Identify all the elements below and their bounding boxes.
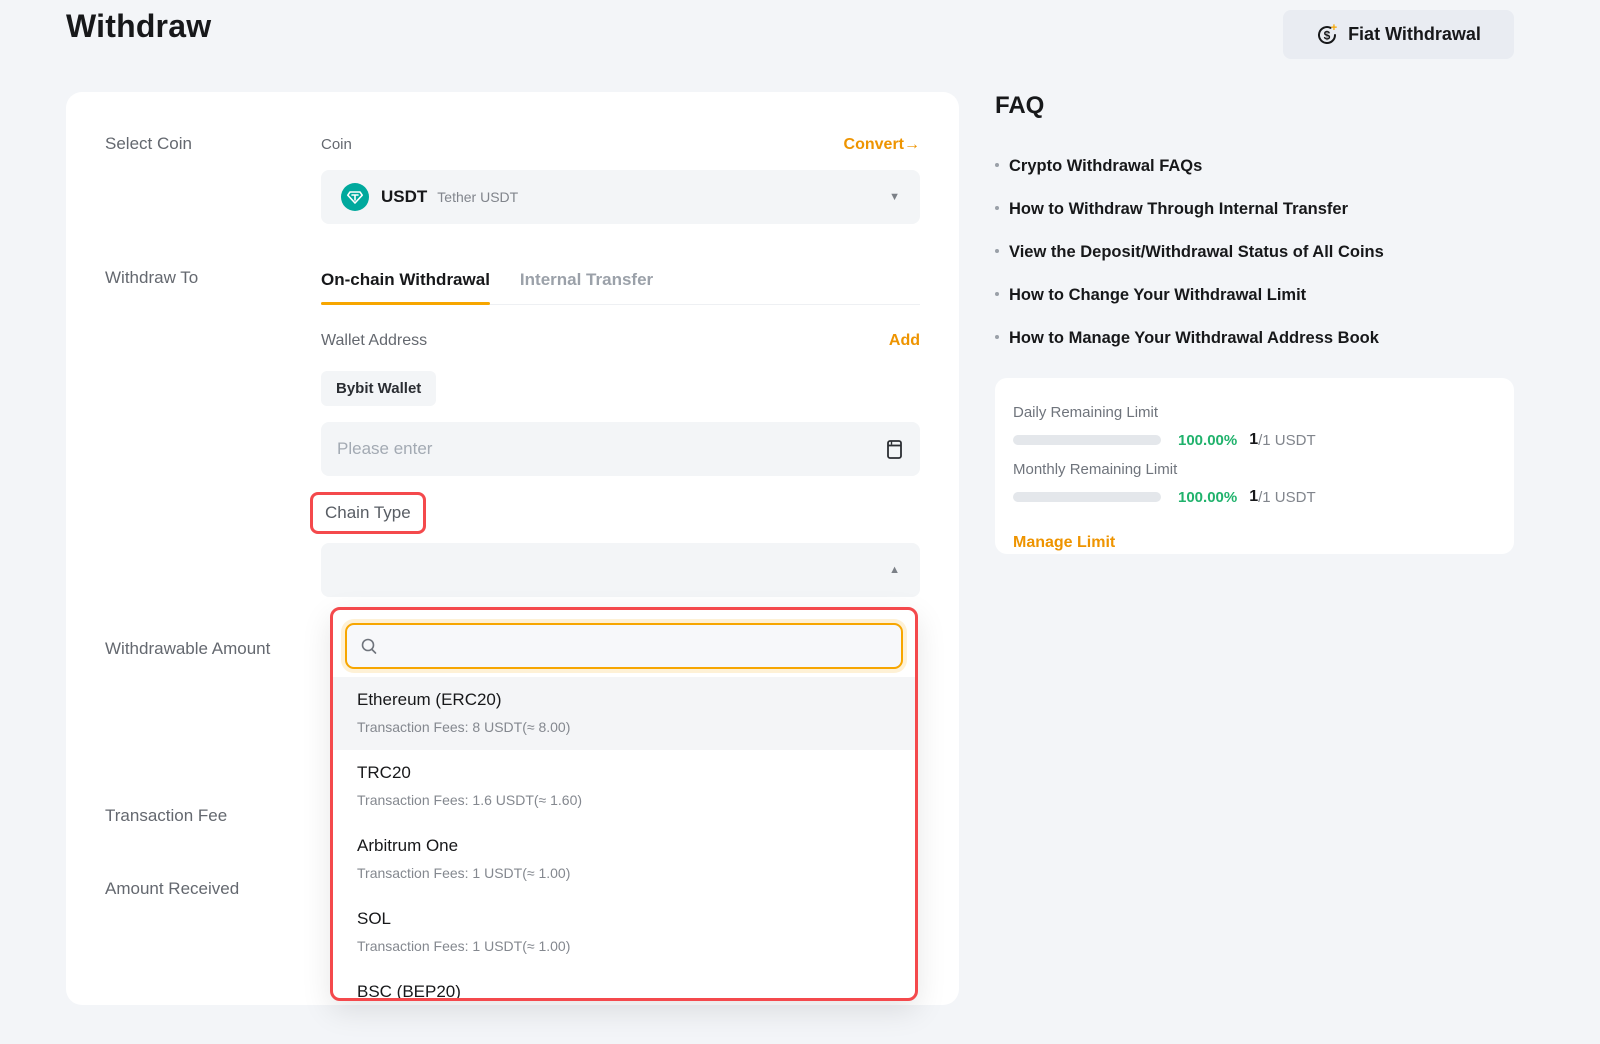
manage-limit-link[interactable]: Manage Limit [1013,534,1115,552]
amount-received-label: Amount Received [105,879,239,899]
faq-link-label: How to Manage Your Withdrawal Address Bo… [1009,327,1379,349]
bullet-icon [995,335,999,339]
withdraw-tabs: On-chain Withdrawal Internal Transfer [321,270,920,305]
daily-limit-label: Daily Remaining Limit [1013,404,1496,421]
chevron-up-icon: ▲ [889,564,900,576]
monthly-limit-progressbar [1013,492,1161,502]
address-book-icon[interactable] [885,439,904,460]
monthly-limit-percent: 100.00% [1178,489,1237,506]
daily-limit-total: /1 USDT [1258,432,1316,449]
convert-link[interactable]: Convert→ [844,136,920,154]
faq-list: Crypto Withdrawal FAQs How to Withdraw T… [995,155,1515,370]
chevron-down-icon: ▼ [889,191,900,203]
chain-option-name: Ethereum (ERC20) [357,690,891,710]
withdrawal-limits-card: Daily Remaining Limit 100.00% 1 /1 USDT … [995,378,1514,554]
chain-option-sol[interactable]: SOL Transaction Fees: 1 USDT(≈ 1.00) [333,896,915,969]
chain-type-dropdown: Ethereum (ERC20) Transaction Fees: 8 USD… [330,607,918,1001]
chain-option-name: SOL [357,909,891,929]
wallet-address-label: Wallet Address [321,332,427,350]
chain-option-name: Arbitrum One [357,836,891,856]
chain-type-label-highlight: Chain Type [310,492,426,534]
chain-search-wrap [345,623,903,669]
daily-limit-progressbar [1013,435,1161,445]
withdraw-to-label: Withdraw To [105,268,198,288]
coin-fullname: Tether USDT [437,189,518,205]
search-icon [360,637,378,655]
fiat-withdrawal-button[interactable]: $ + Fiat Withdrawal [1283,10,1514,59]
daily-limit-used: 1 [1249,431,1258,449]
monthly-limit-row: 100.00% 1 /1 USDT [1013,488,1496,506]
coin-select[interactable]: USDT Tether USDT ▼ [321,170,920,224]
chain-search-input[interactable] [388,637,888,655]
chain-option-name: TRC20 [357,763,891,783]
chain-option-name: BSC (BEP20) [357,982,891,1001]
monthly-limit-label: Monthly Remaining Limit [1013,461,1496,478]
chain-type-label: Chain Type [325,503,411,522]
chain-option-bsc-bep20[interactable]: BSC (BEP20) [333,969,915,1001]
select-coin-label: Select Coin [105,134,192,154]
faq-link-crypto-withdrawal-faqs[interactable]: Crypto Withdrawal FAQs [995,155,1515,177]
svg-text:$: $ [1324,28,1331,42]
wallet-address-input[interactable] [337,439,885,459]
page-title: Withdraw [66,8,211,45]
bullet-icon [995,163,999,167]
monthly-limit-used: 1 [1249,488,1258,506]
chain-option-fee: Transaction Fees: 1 USDT(≈ 1.00) [357,938,891,954]
address-input-wrap [321,422,920,476]
coin-field-label: Coin [321,136,352,153]
faq-link-change-withdrawal-limit[interactable]: How to Change Your Withdrawal Limit [995,284,1515,306]
coin-symbol: USDT [381,187,427,207]
usdt-coin-icon [341,183,369,211]
fiat-currency-icon: $ + [1316,24,1338,46]
arrow-right-icon: → [904,136,920,153]
add-address-link[interactable]: Add [889,332,920,350]
bybit-wallet-chip[interactable]: Bybit Wallet [321,371,436,406]
chain-option-trc20[interactable]: TRC20 Transaction Fees: 1.6 USDT(≈ 1.60) [333,750,915,823]
chain-option-ethereum-erc20[interactable]: Ethereum (ERC20) Transaction Fees: 8 USD… [333,677,915,750]
monthly-limit-total: /1 USDT [1258,489,1316,506]
faq-link-label: Crypto Withdrawal FAQs [1009,155,1202,177]
bullet-icon [995,249,999,253]
daily-limit-row: 100.00% 1 /1 USDT [1013,431,1496,449]
fiat-withdrawal-label: Fiat Withdrawal [1348,24,1481,45]
faq-link-deposit-withdrawal-status[interactable]: View the Deposit/Withdrawal Status of Al… [995,241,1515,263]
faq-title: FAQ [995,92,1044,120]
chain-option-arbitrum-one[interactable]: Arbitrum One Transaction Fees: 1 USDT(≈ … [333,823,915,896]
bullet-icon [995,206,999,210]
faq-link-label: How to Withdraw Through Internal Transfe… [1009,198,1348,220]
svg-text:+: + [1331,24,1337,34]
faq-link-manage-address-book[interactable]: How to Manage Your Withdrawal Address Bo… [995,327,1515,349]
chain-option-fee: Transaction Fees: 1.6 USDT(≈ 1.60) [357,792,891,808]
tab-internal-transfer[interactable]: Internal Transfer [520,270,653,304]
chain-option-fee: Transaction Fees: 8 USDT(≈ 8.00) [357,719,891,735]
chain-type-select[interactable]: ▲ [321,543,920,597]
convert-link-label: Convert [844,136,904,153]
tab-onchain-withdrawal[interactable]: On-chain Withdrawal [321,270,490,304]
faq-link-label: How to Change Your Withdrawal Limit [1009,284,1306,306]
faq-link-label: View the Deposit/Withdrawal Status of Al… [1009,241,1384,263]
chain-option-fee: Transaction Fees: 1 USDT(≈ 1.00) [357,865,891,881]
faq-link-internal-transfer[interactable]: How to Withdraw Through Internal Transfe… [995,198,1515,220]
transaction-fee-label: Transaction Fee [105,806,227,826]
withdrawable-amount-label: Withdrawable Amount [105,639,270,659]
daily-limit-percent: 100.00% [1178,432,1237,449]
bullet-icon [995,292,999,296]
